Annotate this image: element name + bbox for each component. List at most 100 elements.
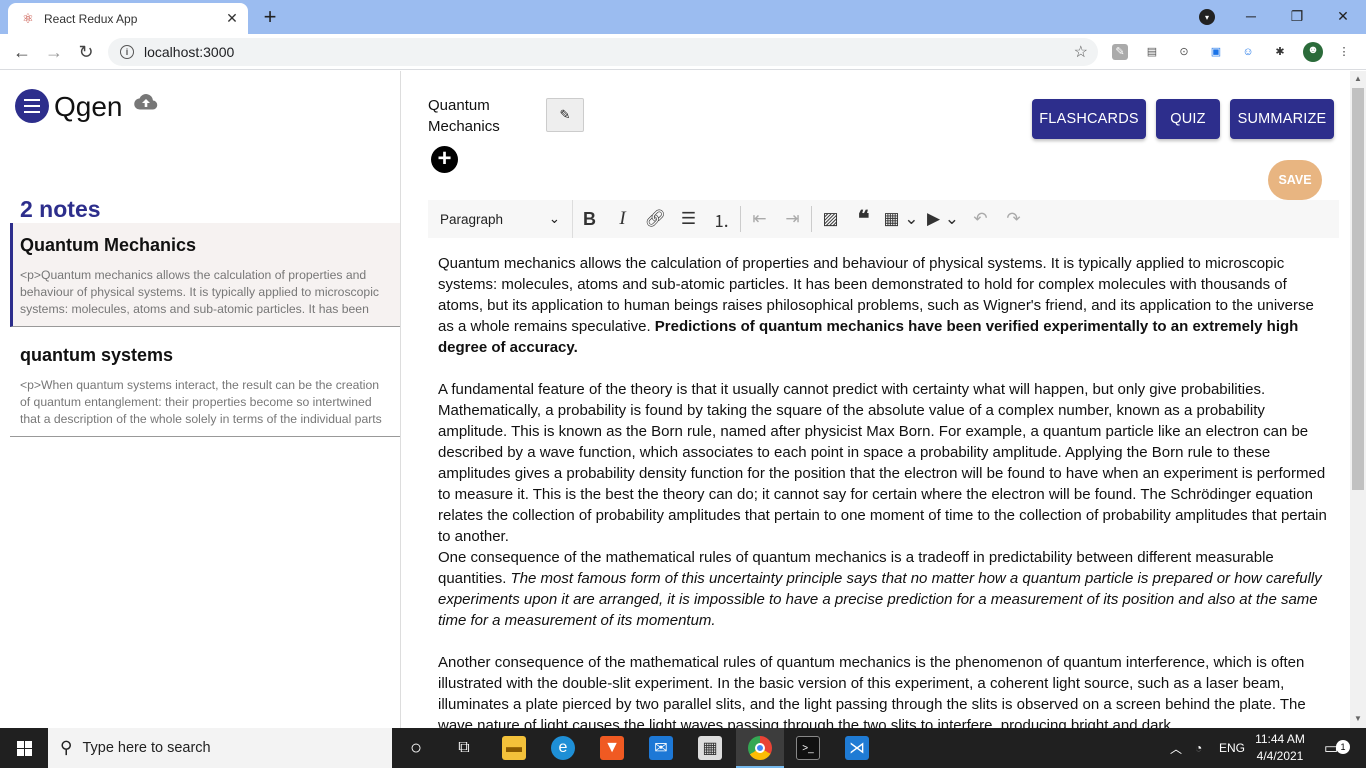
app-root: Qgen 2 notes Quantum Mechanics <p>Quantu…	[0, 71, 1350, 728]
taskbar-search[interactable]: ⚲ Type here to search	[48, 728, 392, 768]
forward-icon[interactable]: →	[42, 40, 66, 64]
bulleted-list-icon: ☰	[680, 209, 697, 228]
close-window-button[interactable]: ✕	[1320, 0, 1366, 32]
image-icon: ▨	[822, 209, 839, 228]
react-logo-icon: ⚛	[22, 10, 34, 26]
search-placeholder: Type here to search	[82, 740, 211, 756]
cortana-icon[interactable]: ○	[404, 736, 428, 760]
editor-panel: Quantum Mechanics ✎ + FLASHCARDS QUIZ SU…	[402, 71, 1350, 728]
screen-extension-icon[interactable]: ▣	[1208, 44, 1224, 60]
numbered-list-button[interactable]: ⒈	[705, 200, 738, 238]
file-explorer-icon[interactable]: ▬	[502, 736, 526, 760]
flashcards-button[interactable]: FLASHCARDS	[1032, 99, 1146, 139]
insert-image-button[interactable]: ▨	[814, 200, 847, 238]
outdent-button[interactable]: ⇤	[743, 200, 776, 238]
browser-tab[interactable]: ⚛ React Redux App ✕	[8, 3, 248, 34]
indent-button[interactable]: ⇥	[776, 200, 809, 238]
info-icon[interactable]: i	[120, 45, 134, 59]
bulleted-list-button[interactable]: ☰	[672, 200, 705, 238]
bold-button[interactable]: B	[573, 200, 606, 238]
bookmark-star-icon[interactable]: ☆	[1074, 42, 1088, 62]
mail-icon[interactable]: ✉	[649, 736, 673, 760]
vscode-icon[interactable]: ⋊	[845, 736, 869, 760]
notes-count: 2 notes	[20, 196, 101, 222]
terminal-icon[interactable]: >_	[796, 736, 820, 760]
media-icon: ▶ ⌄	[926, 209, 960, 228]
paragraph-format-label: Paragraph	[440, 211, 504, 227]
code-extension-icon[interactable]: ⊙	[1176, 44, 1192, 60]
scroll-up-icon[interactable]: ▲	[1350, 71, 1366, 87]
quote-icon: ❝	[857, 206, 870, 231]
save-button[interactable]: SAVE	[1268, 160, 1322, 200]
insert-media-button[interactable]: ▶ ⌄	[922, 200, 964, 238]
cat-extension-icon[interactable]: ☺	[1240, 44, 1256, 60]
cloud-upload-icon[interactable]	[134, 93, 158, 111]
tray-chevron-icon[interactable]: ︿	[1170, 728, 1182, 768]
note-item[interactable]: quantum systems <p>When quantum systems …	[10, 333, 400, 437]
hamburger-menu-button[interactable]	[15, 89, 49, 123]
avatar[interactable]: ☻	[1303, 42, 1323, 62]
browser-toolbar: ← → ↻ i localhost:3000 ☆ ✎ ▤ ⊙ ▣ ☺ ✱ ☻ ⋮	[0, 34, 1366, 70]
paragraph: Quantum mechanics allows the calculation…	[438, 253, 1333, 358]
link-icon: 🔗︎	[644, 209, 667, 228]
document-extension-icon[interactable]: ▤	[1144, 44, 1160, 60]
edit-title-button[interactable]: ✎	[546, 98, 584, 132]
edge-icon[interactable]: e	[551, 736, 575, 760]
task-view-icon[interactable]: ⧉	[452, 736, 476, 760]
kebab-menu-icon[interactable]: ⋮	[1336, 44, 1352, 60]
numbered-list-icon: ⒈	[713, 211, 730, 231]
pencil-icon: ✎	[559, 107, 571, 122]
scrollbar-thumb[interactable]	[1352, 88, 1364, 490]
redo-icon: ↷	[1006, 209, 1021, 228]
tab-title: React Redux App	[44, 11, 138, 26]
add-note-button[interactable]: +	[431, 146, 458, 173]
puzzle-extension-icon[interactable]: ✱	[1272, 44, 1288, 60]
paragraph-italic-text: The most famous form of this uncertainty…	[438, 570, 1322, 629]
search-icon: ⚲	[60, 738, 73, 757]
new-tab-button[interactable]: +	[258, 5, 282, 29]
brave-icon[interactable]: ▼	[600, 736, 624, 760]
redo-button[interactable]: ↷	[997, 200, 1030, 238]
editor-toolbar: Paragraph ⌄ B I 🔗︎ ☰ ⒈ ⇤ ⇥ ▨ ❝ ▦ ⌄ ▶ ⌄ ↶…	[428, 200, 1339, 238]
note-title: Quantum Mechanics	[20, 235, 197, 255]
browser-tabstrip: ⚛ React Redux App ✕ + ▾ ─ ❐ ✕	[0, 0, 1366, 34]
url-text: localhost:3000	[144, 44, 235, 60]
note-preview: <p>When quantum systems interact, the re…	[20, 378, 382, 426]
editor-content[interactable]: Quantum mechanics allows the calculation…	[438, 253, 1333, 728]
outdent-icon: ⇤	[752, 209, 767, 228]
windows-logo-icon	[16, 740, 32, 756]
paragraph-format-select[interactable]: Paragraph ⌄	[428, 200, 573, 238]
italic-button[interactable]: I	[606, 200, 639, 238]
extension-icon[interactable]: ✎	[1112, 44, 1128, 60]
language-indicator[interactable]: ENG	[1219, 728, 1245, 768]
chrome-icon[interactable]	[748, 736, 772, 760]
summarize-button[interactable]: SUMMARIZE	[1230, 99, 1334, 139]
block-quote-button[interactable]: ❝	[847, 200, 880, 238]
link-button[interactable]: 🔗︎	[639, 200, 672, 238]
indent-icon: ⇥	[785, 209, 800, 228]
start-button[interactable]	[0, 728, 48, 768]
store-icon[interactable]: ▦	[698, 736, 722, 760]
windows-taskbar: ⚲ Type here to search ○ ⧉ ▬ e ▼ ✉ ▦ >_ ⋊…	[0, 728, 1366, 768]
clock-time: 11:44 AM	[1255, 732, 1305, 746]
clock[interactable]: 11:44 AM 4/4/2021	[1250, 731, 1310, 765]
minimize-button[interactable]: ─	[1228, 0, 1274, 32]
notification-badge: 1	[1336, 740, 1350, 754]
network-icon[interactable]: ◔	[1195, 728, 1202, 768]
chrome-profile-icon[interactable]: ▾	[1199, 9, 1215, 25]
note-preview: <p>Quantum mechanics allows the calculat…	[20, 268, 380, 316]
back-icon[interactable]: ←	[10, 40, 34, 64]
toolbar-divider	[811, 206, 812, 232]
insert-table-button[interactable]: ▦ ⌄	[880, 200, 922, 238]
paragraph: Another consequence of the mathematical …	[438, 654, 1306, 728]
undo-button[interactable]: ↶	[964, 200, 997, 238]
reload-icon[interactable]: ↻	[74, 40, 98, 64]
note-item[interactable]: Quantum Mechanics <p>Quantum mechanics a…	[10, 223, 400, 327]
quiz-button[interactable]: QUIZ	[1156, 99, 1220, 139]
scroll-down-icon[interactable]: ▼	[1350, 711, 1366, 727]
address-bar[interactable]: i localhost:3000 ☆	[108, 38, 1098, 66]
close-tab-icon[interactable]: ✕	[224, 10, 240, 27]
note-title: quantum systems	[20, 345, 174, 365]
restore-button[interactable]: ❐	[1274, 0, 1320, 32]
paragraph: One consequence of the mathematical rule…	[438, 547, 1333, 631]
